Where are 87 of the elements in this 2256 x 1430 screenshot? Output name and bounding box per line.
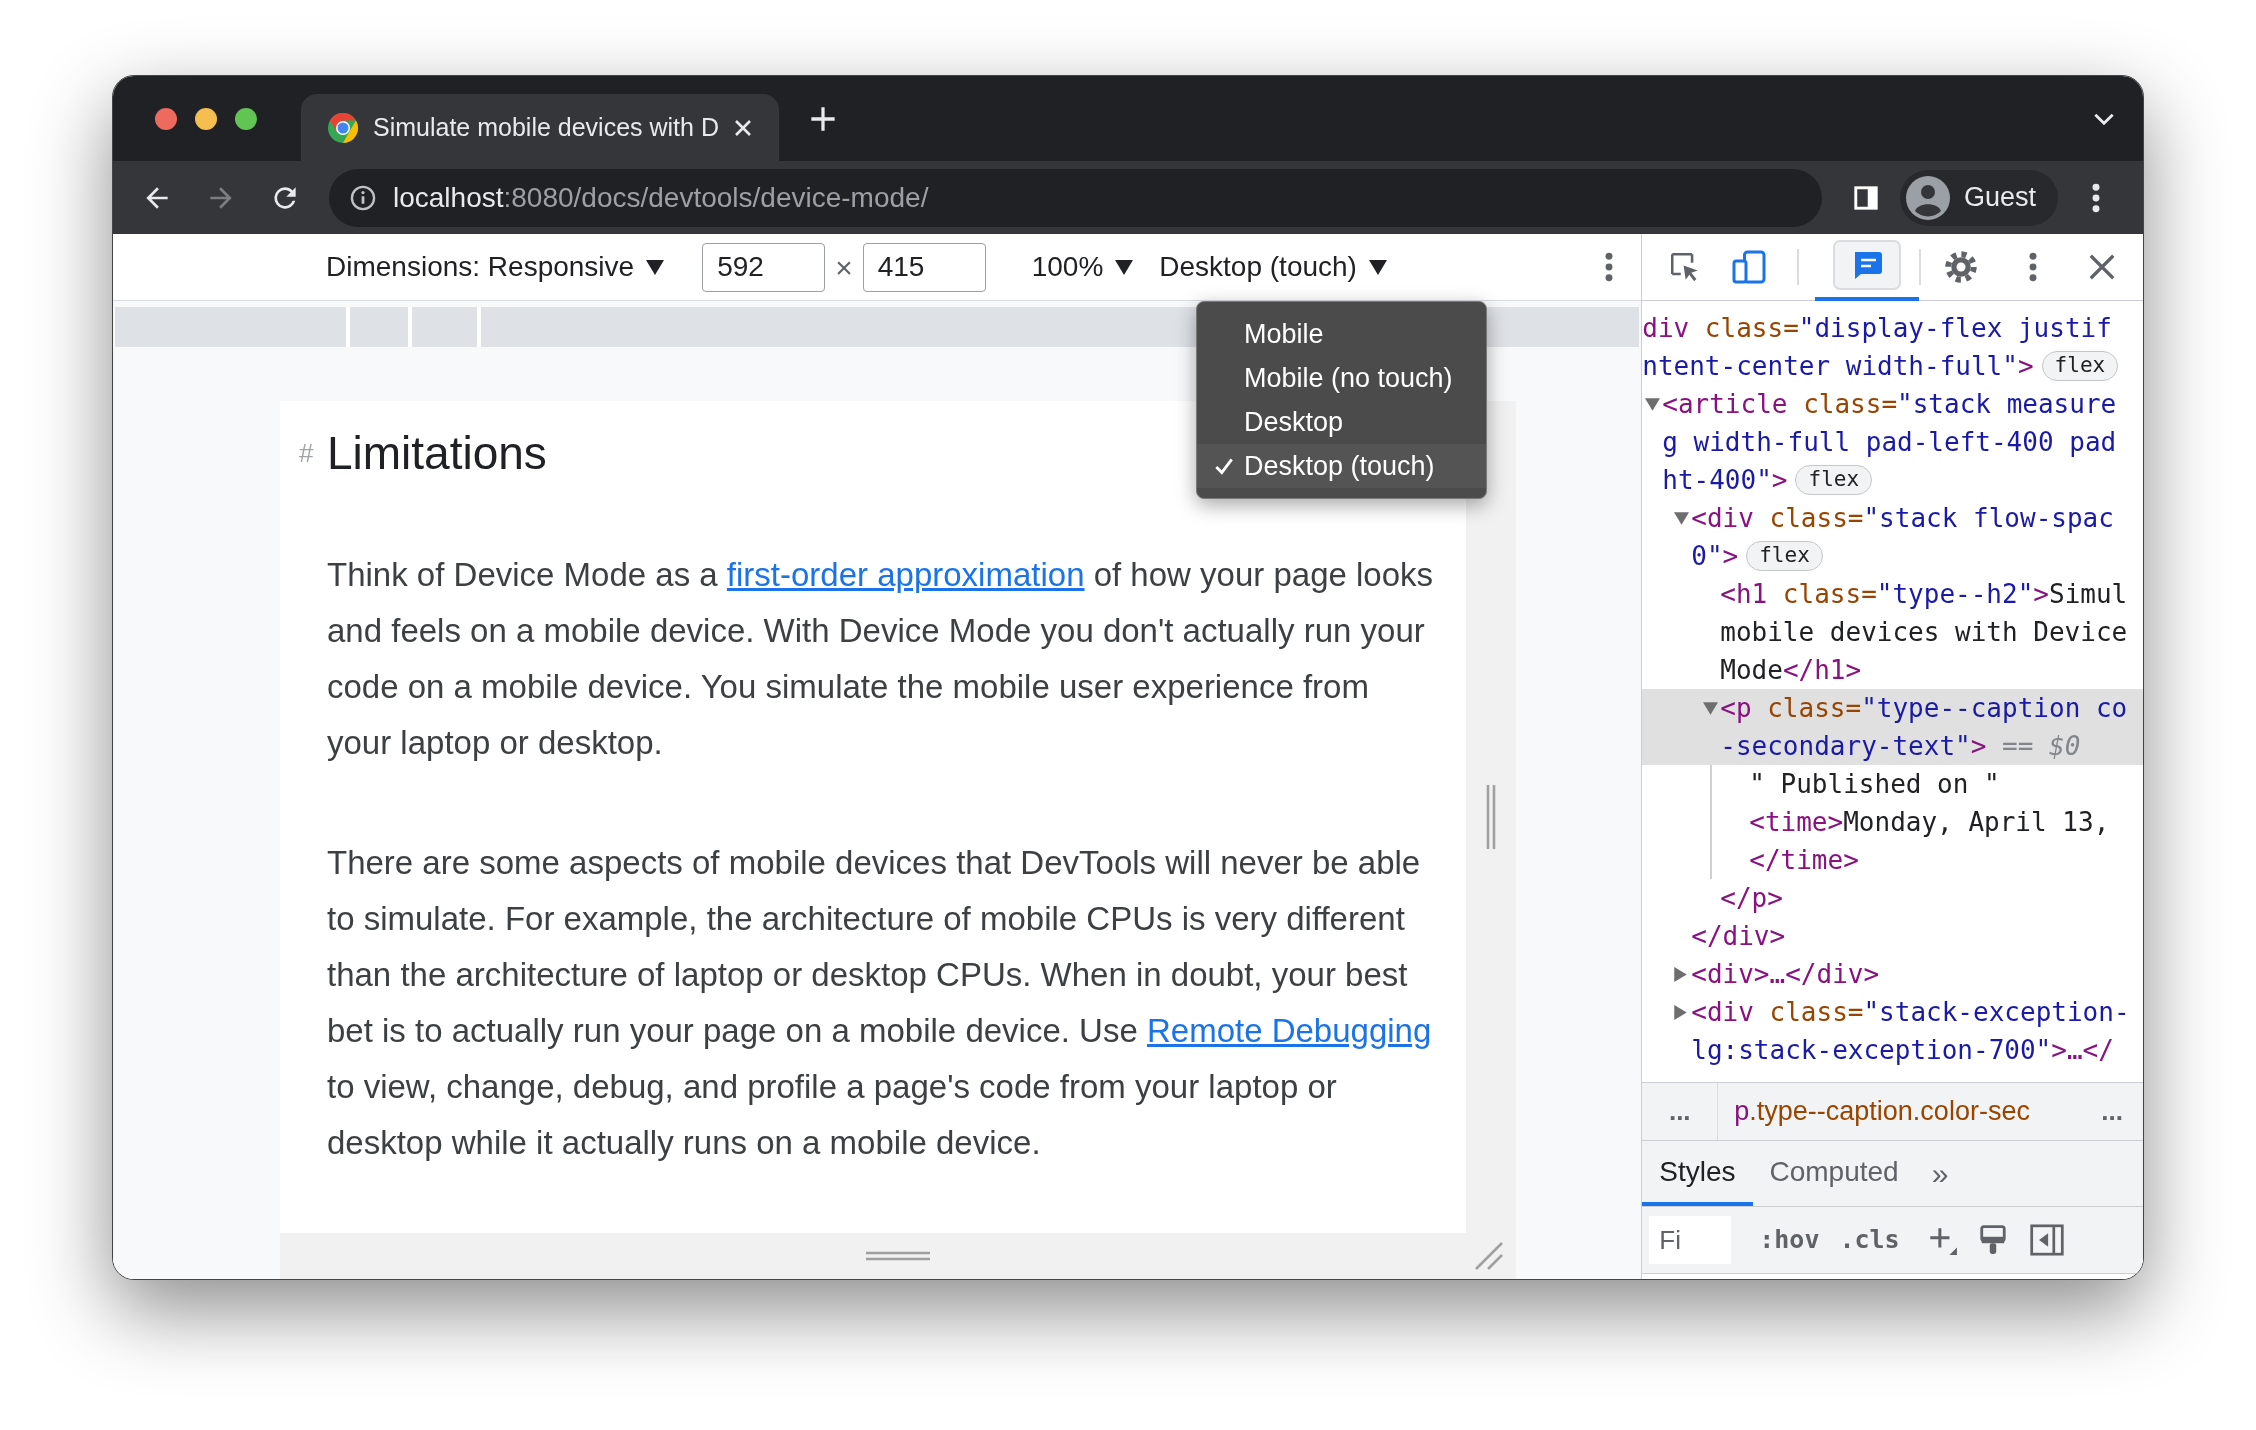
resize-handle-icon[interactable] — [866, 1250, 930, 1262]
flex-badge[interactable]: flex — [2041, 351, 2119, 381]
code-text: g width-full pad-left-400 pad — [1662, 425, 2117, 459]
sidebar-toggle-icon[interactable] — [2029, 1224, 2064, 1256]
paint-brush-icon[interactable] — [1979, 1225, 2006, 1255]
code-text: <article class="stack measure — [1662, 387, 2117, 421]
kebab-menu-icon[interactable] — [2029, 251, 2038, 283]
menu-item[interactable]: Mobile — [1197, 312, 1486, 356]
dom-node-row[interactable]: <div class="stack-exception- lg:stack-exception-700">…</ — [1642, 993, 2143, 1069]
dom-node-row[interactable]: <div class="stack flow-spac 0"> flex — [1642, 499, 2143, 575]
avatar-icon — [1906, 175, 1950, 220]
kebab-menu-icon[interactable] — [2092, 181, 2101, 214]
code-text: <h1 class="type--h2">Simul — [1720, 577, 2128, 611]
plus-icon[interactable] — [809, 104, 837, 133]
code-text: Mode</h1> — [1720, 653, 1862, 687]
breadcrumb-scroll-left[interactable]: ... — [1642, 1083, 1719, 1140]
breadcrumb-scroll-right[interactable]: ... — [2101, 1092, 2123, 1131]
times-sign: × — [835, 249, 853, 286]
settings-icon[interactable] — [1943, 249, 1980, 285]
cls-button[interactable]: .cls — [1839, 1221, 1900, 1259]
dom-node-row[interactable]: <h1 class="type--h2">Simul mobile devices with Device Mode</h1> — [1642, 575, 2143, 689]
flex-badge[interactable]: flex — [1795, 465, 1873, 495]
code-text: </div> — [1691, 919, 1786, 953]
kebab-menu-icon[interactable] — [1605, 251, 1614, 283]
device-type-dropdown[interactable]: Desktop (touch) — [1159, 246, 1387, 288]
page-heading: Limitations — [327, 426, 547, 481]
dom-node-row[interactable]: <p class="type--caption co -secondary-text"> == $0 — [1642, 689, 2143, 765]
dom-node-row[interactable]: <div>…</div> — [1642, 955, 2143, 993]
caret-down-icon — [1115, 259, 1134, 275]
code-text: 0"> — [1691, 539, 1739, 573]
code-text: mobile devices with Device — [1720, 615, 2128, 649]
width-field[interactable]: 592 — [702, 242, 826, 292]
code-text: " Published on " — [1749, 767, 2000, 801]
code-text: div class="display-flex justif — [1642, 311, 2112, 345]
resize-handle-icon[interactable] — [1485, 785, 1497, 849]
code-text: ht-400"> — [1662, 463, 1788, 497]
height-field[interactable]: 415 — [862, 242, 986, 292]
triangle-down-icon[interactable] — [1674, 511, 1690, 525]
menu-item[interactable]: Mobile (no touch) — [1197, 356, 1486, 400]
link[interactable]: first-order approximation — [726, 556, 1085, 593]
message-icon — [1833, 240, 1902, 290]
address-bar[interactable]: localhost:8080/docs/devtools/device-mode/ — [329, 168, 1822, 227]
code-text: ntent-center width-full"> — [1642, 349, 2034, 383]
info-icon[interactable] — [349, 183, 377, 212]
code-text: <p class="type--caption co — [1720, 691, 2128, 725]
code-text: </time> — [1749, 843, 1859, 877]
close-icon[interactable] — [733, 117, 753, 138]
paragraph: There are some aspects of mobile devices that DevTools will never be able to simulate. For example, the architecture of mobile CPUs is very different than the architecture of laptop or desktop CPUs. When in doubt, your best bet is to actually run your page on a mobile device. Use Remote Debugging to view, change, debug, and profile a page's code from your laptop or desktop while it actually runs on a mobile device. — [327, 843, 1433, 1163]
code-text: <time>Monday, April 13, — [1749, 805, 2110, 839]
circle-logo-icon — [327, 111, 359, 144]
code-text: lg:stack-exception-700">…</ — [1691, 1033, 2114, 1067]
menu-item[interactable]: Desktop (touch) — [1197, 444, 1486, 488]
more-tabs-button[interactable]: » — [1931, 1141, 1949, 1206]
close-window-button[interactable] — [155, 107, 177, 130]
dimensions-dropdown[interactable]: Dimensions: Responsive — [326, 246, 665, 288]
code-text: </p> — [1720, 881, 1783, 915]
caret-down-icon — [646, 259, 665, 275]
side-panel-icon[interactable] — [1852, 183, 1880, 212]
dom-node-row[interactable]: <time>Monday, April 13, </time> — [1642, 803, 2143, 879]
profile-button[interactable]: Guest — [1900, 169, 2059, 226]
tab-title: Simulate mobile devices with D — [373, 111, 719, 143]
triangle-down-icon[interactable] — [1645, 397, 1661, 411]
breadcrumb-item[interactable]: p.type--caption.color-sec — [1734, 1091, 2030, 1132]
code-text: -secondary-text"> == $0 — [1720, 729, 2081, 763]
dom-node-row[interactable]: <article class="stack measure g width-full pad-left-400 pad ht-400"> flex — [1642, 385, 2143, 499]
dom-node-row[interactable]: div class="display-flex justif ntent-center width-full"> flex — [1642, 309, 2143, 385]
dom-node-row[interactable]: " Published on " — [1642, 765, 2143, 803]
link[interactable]: Remote Debugging — [1146, 1012, 1432, 1049]
triangle-down-icon[interactable] — [1703, 701, 1719, 715]
zoom-dropdown[interactable]: 100% — [1031, 246, 1134, 288]
device-toggle-icon[interactable] — [1731, 249, 1768, 285]
code-text: <div>…</div> — [1691, 957, 1880, 991]
triangle-right-icon[interactable] — [1674, 1004, 1688, 1020]
minimize-window-button[interactable] — [195, 107, 217, 130]
sidebar-tab[interactable]: Computed — [1752, 1141, 1916, 1206]
menu-item[interactable]: Desktop — [1197, 400, 1486, 444]
flex-badge[interactable]: flex — [1746, 541, 1823, 571]
code-text: <div class="stack flow-spac — [1691, 501, 2114, 535]
paragraph: Think of Device Mode as a first-order approximation of how your page looks and feels on a mobile device. With Device Mode you don't actually run your code on a mobile device. You simulate the mobile user experience from your laptop or desktop. — [327, 555, 1435, 763]
triangle-right-icon[interactable] — [1674, 966, 1688, 982]
browser-tab[interactable]: Simulate mobile devices with D — [301, 94, 779, 161]
caret-down-icon — [1368, 259, 1387, 275]
code-text: <div class="stack-exception- — [1691, 995, 2130, 1029]
filter-field[interactable]: Fi — [1649, 1216, 1732, 1264]
zoom-window-button[interactable] — [235, 107, 257, 130]
url-text: localhost:8080/docs/devtools/device-mode/ — [393, 180, 929, 215]
hov-button[interactable]: :hov — [1759, 1221, 1820, 1259]
